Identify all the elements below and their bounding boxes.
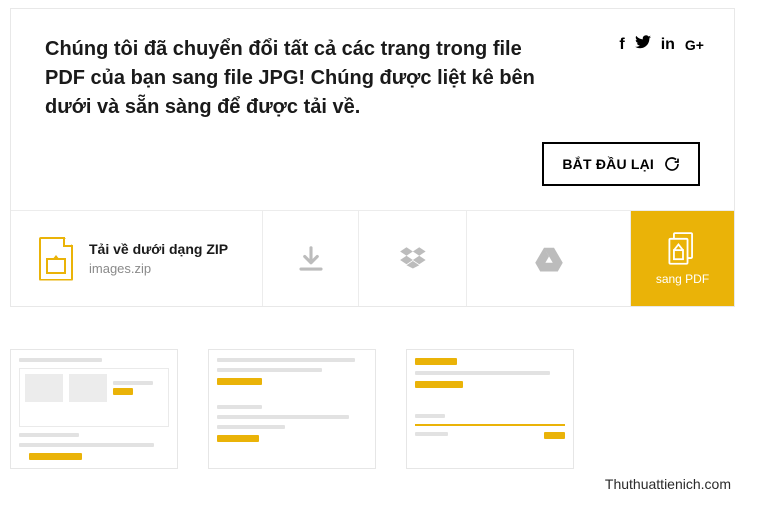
google-drive-button[interactable] bbox=[467, 211, 631, 306]
page-thumbnail[interactable] bbox=[208, 349, 376, 469]
restart-label: BẮT ĐẦU LẠI bbox=[562, 156, 654, 172]
download-icon bbox=[296, 244, 326, 274]
zip-file-icon bbox=[39, 237, 73, 281]
facebook-icon[interactable]: f bbox=[619, 36, 624, 54]
restart-row: BẮT ĐẦU LẠI bbox=[11, 142, 734, 210]
convert-label: sang PDF bbox=[656, 272, 709, 286]
zip-filename: images.zip bbox=[89, 261, 228, 276]
googleplus-icon[interactable]: G+ bbox=[685, 37, 704, 53]
convert-pdf-button[interactable]: sang PDF bbox=[631, 211, 734, 306]
actions-row: Tải về dưới dạng ZIP images.zip sang PDF bbox=[11, 210, 734, 306]
google-drive-icon bbox=[534, 244, 564, 274]
pdf-convert-icon bbox=[668, 232, 698, 266]
headline-text: Chúng tôi đã chuyển đổi tất cả các trang… bbox=[45, 35, 565, 122]
zip-text: Tải về dưới dạng ZIP images.zip bbox=[89, 241, 228, 276]
page-thumbnail[interactable] bbox=[406, 349, 574, 469]
thumbnails-row bbox=[0, 307, 757, 469]
zip-info-cell[interactable]: Tải về dưới dạng ZIP images.zip bbox=[11, 211, 263, 306]
page-thumbnail[interactable] bbox=[10, 349, 178, 469]
watermark-text: Thuthuattienich.com bbox=[605, 476, 731, 492]
dropbox-button[interactable] bbox=[359, 211, 467, 306]
zip-title: Tải về dưới dạng ZIP bbox=[89, 241, 228, 257]
linkedin-icon[interactable]: in bbox=[661, 36, 675, 54]
restart-button[interactable]: BẮT ĐẦU LẠI bbox=[542, 142, 700, 186]
reload-icon bbox=[664, 156, 680, 172]
card-header: Chúng tôi đã chuyển đổi tất cả các trang… bbox=[11, 9, 734, 142]
result-card: Chúng tôi đã chuyển đổi tất cả các trang… bbox=[10, 8, 735, 307]
download-button[interactable] bbox=[263, 211, 359, 306]
social-share-row: f in G+ bbox=[619, 35, 704, 54]
dropbox-icon bbox=[398, 244, 428, 274]
twitter-icon[interactable] bbox=[635, 35, 651, 54]
